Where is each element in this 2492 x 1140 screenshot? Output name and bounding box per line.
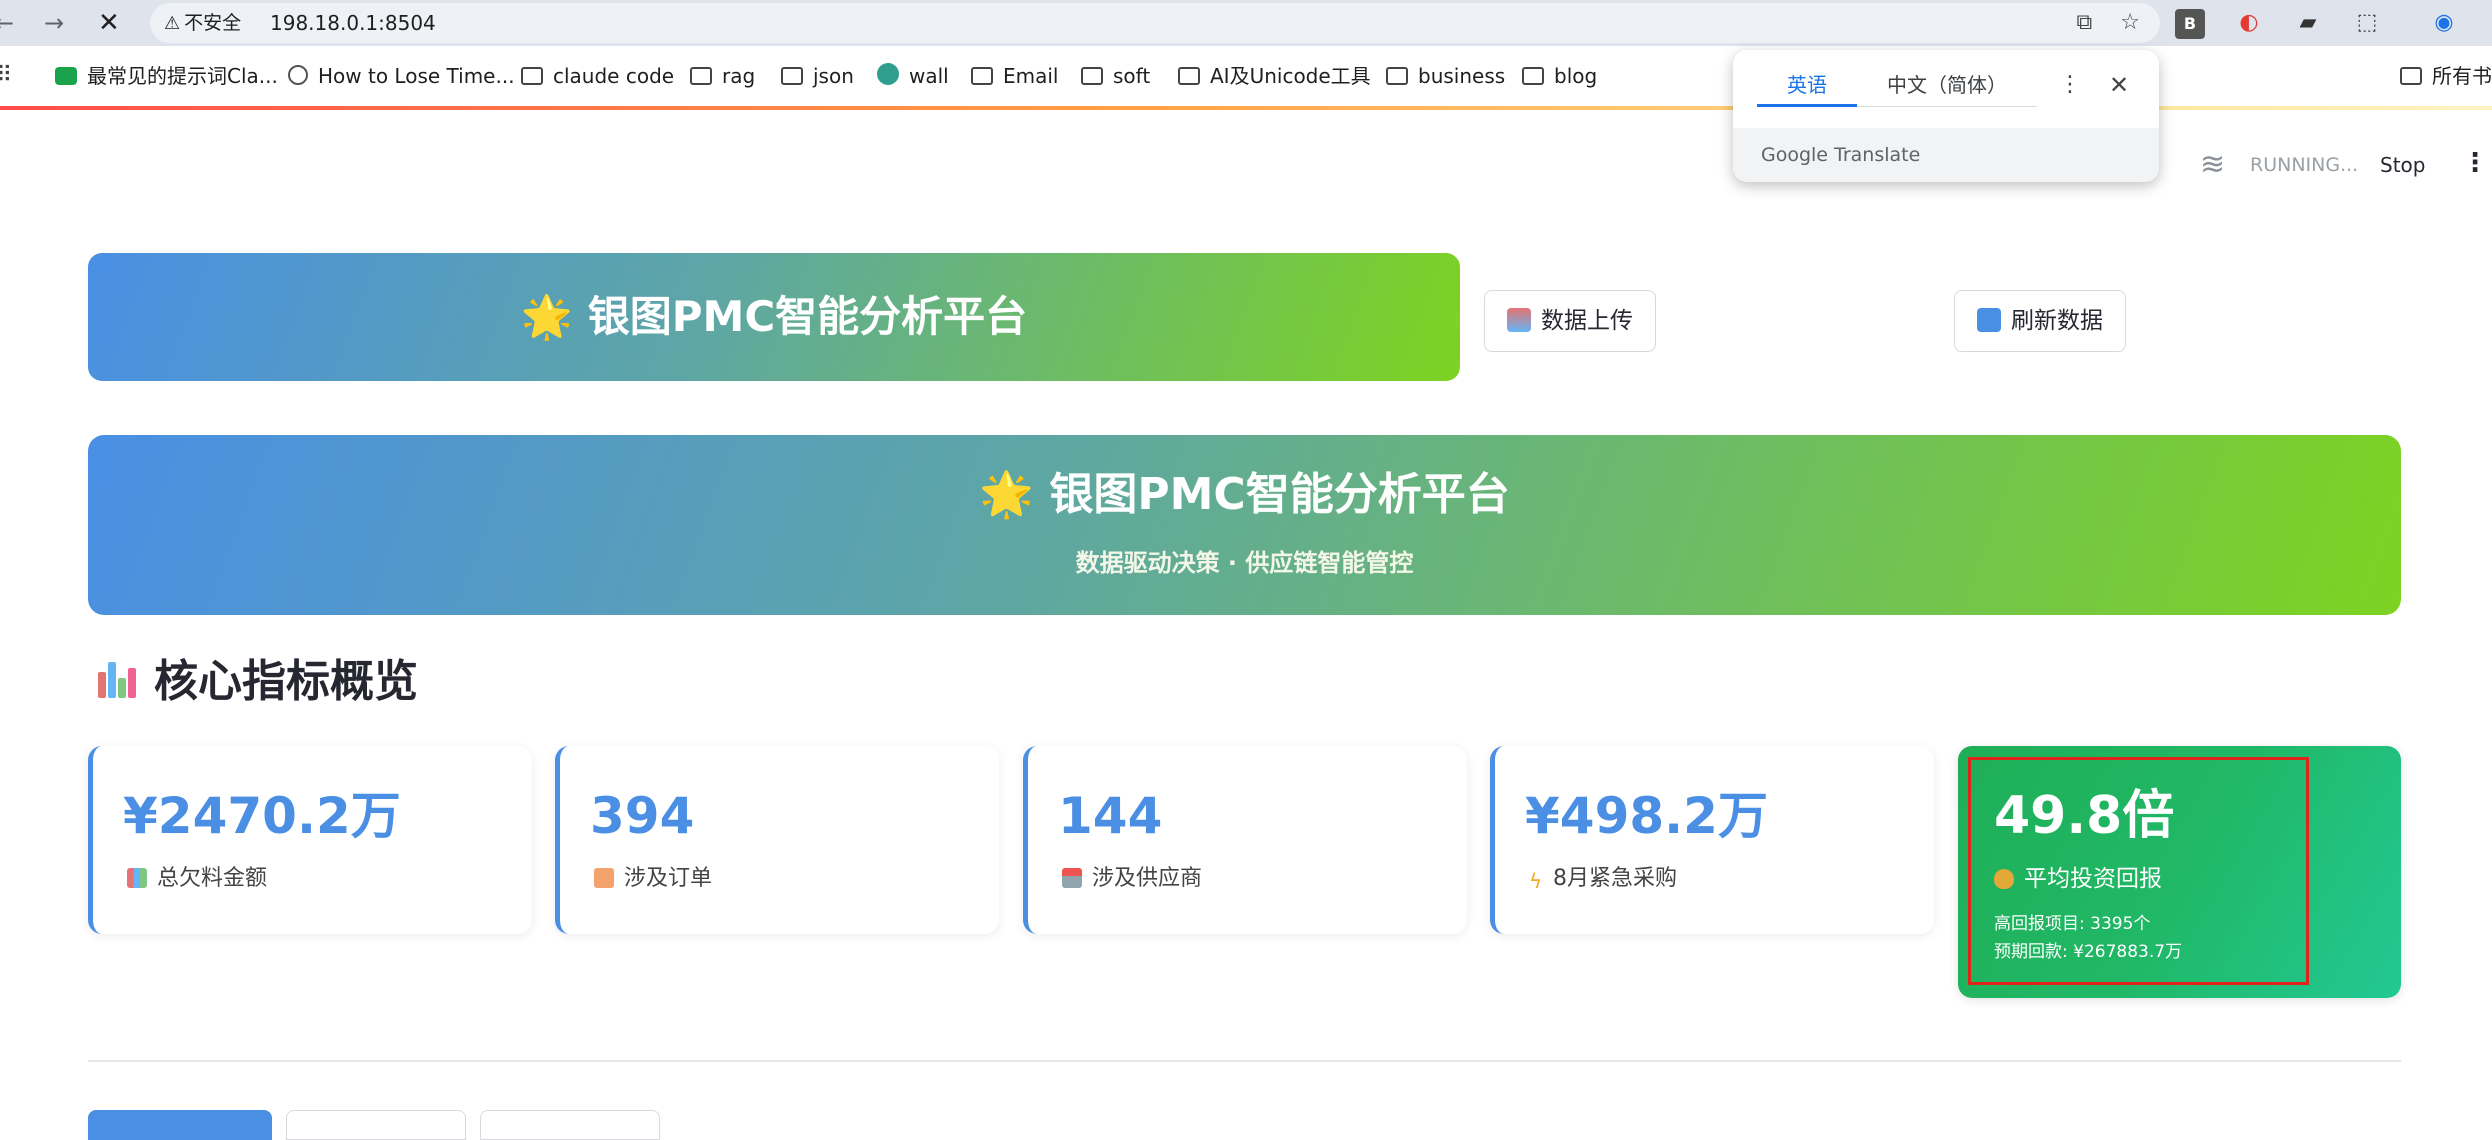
metric-card: 394 涉及订单 (555, 746, 999, 934)
bookmark-folder[interactable]: blog (1522, 46, 1597, 106)
extension-camera-icon[interactable]: ▰ (2293, 8, 2323, 38)
browser-toolbar: ← → ✕ ⚠ 不安全 198.18.0.1:8504 ⧉ ☆ B ◐ ▰ ⬚ ◉ (0, 0, 2492, 46)
tab-first[interactable] (88, 1110, 272, 1140)
bar-chart-icon (127, 868, 147, 888)
tab-target-language[interactable]: 中文（简体） (1887, 70, 2007, 100)
address-bar[interactable]: ⚠ 不安全 198.18.0.1:8504 ⧉ ☆ (150, 3, 2160, 43)
warning-icon: ⚠ (164, 13, 181, 34)
clipboard-icon (594, 868, 614, 888)
bookmark-folder[interactable]: 所有书 (2400, 46, 2492, 106)
metric-label: 总欠料金额 (127, 864, 267, 894)
upload-button[interactable]: 数据上传 (1484, 290, 1656, 352)
header-banner: 🌟 银图PMC智能分析平台 (88, 253, 1460, 381)
running-status: RUNNING... (2250, 154, 2359, 176)
refresh-button[interactable]: 刷新数据 (1954, 290, 2126, 352)
header-title: 🌟 银图PMC智能分析平台 (520, 292, 1028, 341)
translate-footer: Google Translate (1733, 128, 2159, 182)
tab-source-language[interactable]: 英语 (1787, 70, 1827, 100)
bookmark-item[interactable]: wall (877, 46, 949, 106)
refresh-icon (1977, 308, 2001, 332)
hero-subtitle: 数据驱动决策 · 供应链智能管控 (1075, 549, 1414, 577)
metric-value: ¥2470.2万 (123, 787, 401, 845)
folder-icon (1386, 67, 1408, 85)
translate-popup: 英语 中文（简体） ⋮ ✕ Google Translate (1733, 50, 2159, 182)
apps-grid-icon[interactable]: ⠿ (0, 46, 12, 106)
upload-tray-icon (1507, 308, 1531, 332)
metric-label: 涉及订单 (594, 864, 712, 894)
profile-icon[interactable]: ◉ (2429, 8, 2459, 38)
folder-icon (521, 67, 543, 85)
folder-icon (1178, 67, 1200, 85)
wall-icon (877, 63, 899, 85)
section-title: 核心指标概览 (96, 650, 418, 714)
folder-icon (690, 67, 712, 85)
tab-third[interactable] (480, 1110, 660, 1140)
bookmark-folder[interactable]: business (1386, 46, 1505, 106)
section-divider (88, 1060, 2401, 1062)
metric-value: ¥498.2万 (1525, 787, 1768, 845)
metric-card: ¥498.2万 ϟ 8月紧急采购 (1490, 746, 1934, 934)
star-icon[interactable]: ☆ (2120, 10, 2140, 35)
bookmark-folder[interactable]: AI及Unicode工具 (1178, 46, 1371, 106)
metric-value: 144 (1058, 787, 1163, 845)
translate-icon[interactable]: ⧉ (2077, 10, 2093, 35)
google-translate-brand: Google Translate (1761, 144, 1921, 166)
main-menu-icon[interactable]: ⋮ (2462, 146, 2488, 180)
stop-button[interactable]: Stop (2380, 148, 2425, 182)
running-swimmer-icon: ≋ (2200, 147, 2226, 182)
folder-icon (1081, 67, 1103, 85)
extension-b-icon[interactable]: B (2175, 9, 2205, 39)
bookmark-item[interactable]: 最常见的提示词Cla... (55, 46, 278, 106)
factory-icon (1062, 868, 1082, 888)
forward-icon[interactable]: → (44, 8, 64, 38)
bookmark-folder[interactable]: Email (971, 46, 1059, 106)
metric-label: 涉及供应商 (1062, 864, 1202, 894)
hero-banner: 🌟 银图PMC智能分析平台 数据驱动决策 · 供应链智能管控 (88, 435, 2401, 615)
bookmark-folder[interactable]: claude code (521, 46, 674, 106)
url-text[interactable]: 198.18.0.1:8504 (270, 3, 436, 43)
lightning-icon: ϟ (1529, 869, 1543, 893)
metric-value: 394 (590, 787, 695, 845)
bookmark-folder[interactable]: soft (1081, 46, 1150, 106)
insecure-label: 不安全 (184, 12, 242, 34)
more-options-icon[interactable]: ⋮ (2059, 70, 2081, 100)
metric-card: 144 涉及供应商 (1023, 746, 1467, 934)
upload-button-label: 数据上传 (1541, 308, 1633, 334)
metric-label: ϟ 8月紧急采购 (1529, 866, 1677, 893)
evernote-icon (55, 67, 77, 85)
hero-title: 🌟 银图PMC智能分析平台 (979, 469, 1510, 520)
stop-loading-icon[interactable]: ✕ (98, 8, 120, 38)
metric-card: ¥2470.2万 总欠料金额 (88, 746, 532, 934)
active-tab-indicator (1757, 104, 1857, 107)
bookmark-item[interactable]: How to Lose Time... (288, 46, 515, 106)
folder-icon (1522, 67, 1544, 85)
folder-icon (2400, 67, 2422, 85)
security-indicator[interactable]: ⚠ 不安全 (164, 3, 241, 44)
refresh-button-label: 刷新数据 (2011, 308, 2103, 334)
puzzle-icon[interactable]: ⬚ (2352, 8, 2382, 38)
bar-chart-icon (96, 660, 136, 700)
globe-icon (288, 65, 308, 85)
bookmark-folder[interactable]: json (781, 46, 854, 106)
folder-icon (781, 67, 803, 85)
back-icon[interactable]: ← (0, 8, 14, 38)
bookmark-folder[interactable]: rag (690, 46, 755, 106)
folder-icon (971, 67, 993, 85)
highlight-box (1968, 757, 2309, 985)
extension-red-icon[interactable]: ◐ (2234, 8, 2264, 38)
section-title-text: 核心指标概览 (154, 656, 418, 707)
close-icon[interactable]: ✕ (2109, 70, 2129, 100)
tab-second[interactable] (286, 1110, 466, 1140)
